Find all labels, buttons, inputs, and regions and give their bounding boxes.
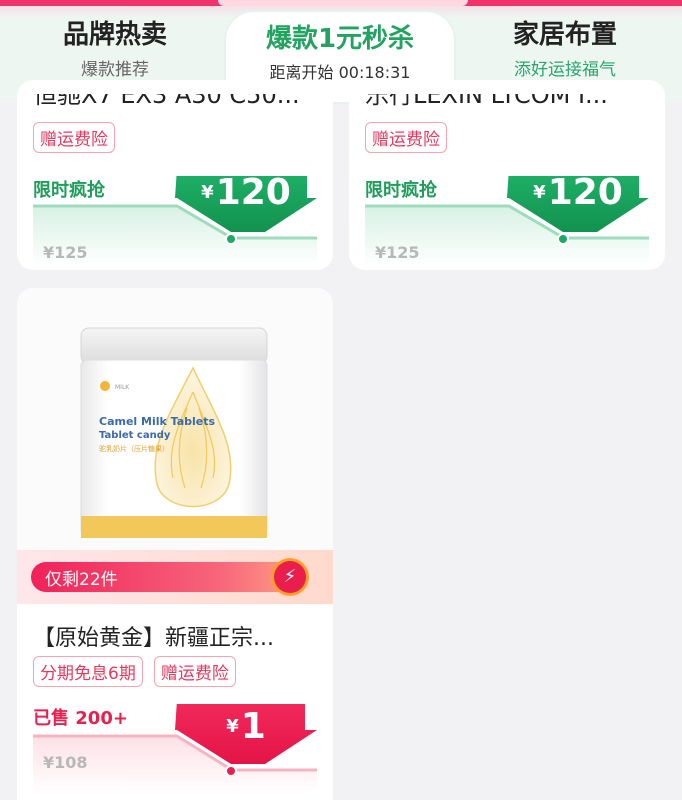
tab-subtitle: 爆款推荐 — [81, 60, 149, 81]
price-badge: ¥120 — [507, 168, 649, 232]
jar-label-cn: 驼乳奶片（压片糖果） — [99, 444, 169, 453]
currency-symbol: ¥ — [201, 182, 214, 203]
currency-symbol: ¥ — [533, 182, 546, 203]
stock-bar: 仅剩22件 ⚡ — [17, 550, 333, 604]
product-card[interactable]: MILK Camel Milk Tablets Tablet candy 驼乳奶… — [17, 288, 333, 800]
tab-label: 家居布置 — [512, 20, 617, 50]
top-accent-strip — [0, 0, 682, 6]
product-title: 【原始黄金】新疆正宗... — [33, 626, 274, 651]
sold-count: 已售 200+ — [33, 708, 128, 729]
promo-label: 限时疯抢 — [365, 180, 437, 201]
product-title: 恒驰X7 EX3 A30 C50... — [33, 94, 300, 109]
tag-list: 分期免息6期 赠运费险 — [33, 656, 242, 687]
tab-label: 爆款1元秒杀 — [265, 24, 415, 54]
installment-tag: 分期免息6期 — [33, 656, 143, 687]
tag-list: 赠运费险 — [33, 122, 121, 153]
tab-subtitle: 添好运接福气 — [514, 60, 616, 81]
shipping-insurance-tag: 赠运费险 — [33, 122, 115, 153]
currency-symbol: ¥ — [226, 716, 239, 737]
sale-price: 120 — [547, 172, 623, 213]
promo-label: 限时疯抢 — [33, 180, 105, 201]
product-title: 乐行LEXIN LTCOM I... — [365, 94, 608, 109]
shipping-insurance-tag: 赠运费险 — [365, 122, 447, 153]
jar-label-sub: Tablet candy — [99, 430, 171, 441]
price-badge: ¥120 — [175, 168, 317, 232]
product-jar-illustration: MILK Camel Milk Tablets Tablet candy 驼乳奶… — [80, 327, 268, 538]
shipping-insurance-tag: 赠运费险 — [153, 656, 236, 687]
lightning-icon: ⚡ — [271, 558, 309, 596]
tag-list: 赠运费险 — [365, 122, 453, 153]
original-price: ¥125 — [375, 243, 420, 262]
tab-label: 品牌热卖 — [62, 20, 167, 50]
jar-label-name: Camel Milk Tablets — [99, 415, 216, 428]
sale-price: 120 — [215, 172, 291, 213]
price-area: 已售 200+ ¥1 ¥108 — [17, 704, 333, 794]
svg-text:MILK: MILK — [115, 384, 130, 391]
price-badge: ¥1 — [175, 702, 317, 766]
product-card[interactable]: 乐行LEXIN LTCOM I... 赠运费险 限时疯抢 ¥120 ¥125 — [349, 80, 665, 270]
sale-price: 1 — [240, 706, 266, 747]
stock-remaining: 仅剩22件 — [45, 570, 118, 590]
stock-pill: 仅剩22件 — [31, 562, 301, 592]
original-price: ¥125 — [43, 243, 88, 262]
original-price: ¥108 — [43, 753, 88, 772]
price-area: 限时疯抢 ¥120 ¥125 — [17, 172, 333, 266]
product-card[interactable]: 恒驰X7 EX3 A30 C50... 赠运费险 限时疯抢 ¥120 ¥125 — [17, 80, 333, 270]
price-area: 限时疯抢 ¥120 ¥125 — [349, 172, 665, 266]
product-image: MILK Camel Milk Tablets Tablet candy 驼乳奶… — [17, 288, 333, 568]
